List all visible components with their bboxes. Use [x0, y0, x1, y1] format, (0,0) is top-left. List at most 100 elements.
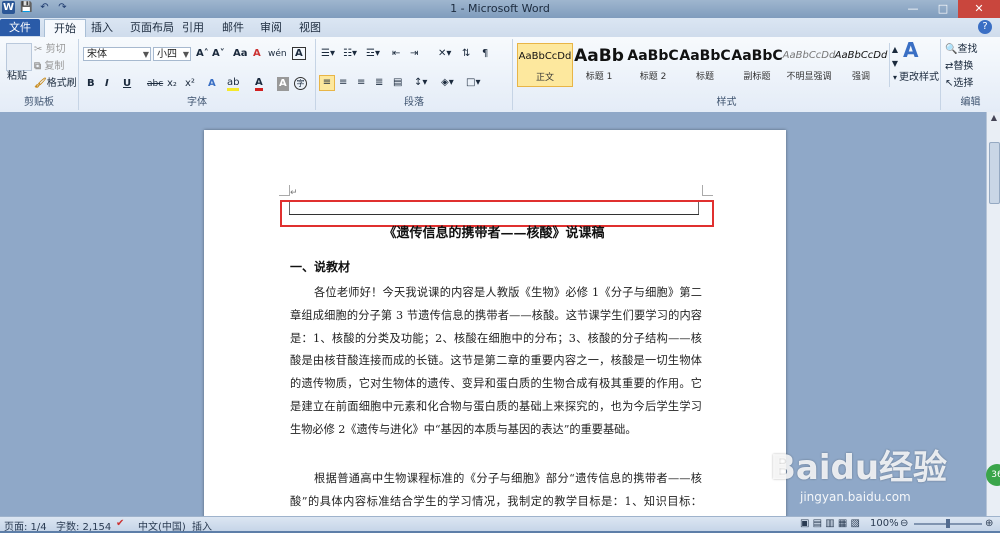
- zoom-level[interactable]: 100%: [870, 518, 899, 529]
- sort-icon[interactable]: ⇅: [462, 47, 470, 61]
- minimize-button[interactable]: —: [898, 0, 928, 18]
- font-name-combo[interactable]: 宋体 ▼: [83, 47, 151, 61]
- status-words[interactable]: 字数: 2,154: [56, 518, 111, 533]
- style-preview: AaBbC: [627, 48, 679, 64]
- font-size-combo[interactable]: 小四 ▼: [153, 47, 191, 61]
- zoom-slider-knob[interactable]: [946, 519, 950, 528]
- multilevel-list-icon[interactable]: ☲▾: [366, 47, 380, 61]
- bold-button[interactable]: B: [87, 77, 95, 91]
- paste-button[interactable]: 粘贴: [7, 70, 27, 84]
- body-paragraph-1[interactable]: 各位老师好！今天我说课的内容是人教版《生物》必修 1《分子与细胞》第二章组成细胞…: [290, 282, 702, 442]
- numbering-icon[interactable]: ☷▾: [343, 47, 357, 61]
- change-styles-icon[interactable]: A: [903, 40, 918, 60]
- document-title[interactable]: 《遗传信息的携带者——核酸》说课稿: [289, 222, 699, 241]
- status-mode[interactable]: 插入: [192, 518, 212, 533]
- style-label: 副标题: [743, 72, 771, 82]
- grow-font-button[interactable]: A˄: [196, 47, 209, 61]
- select-button[interactable]: ↖选择: [945, 77, 973, 91]
- maximize-button[interactable]: □: [928, 0, 958, 18]
- font-color-button[interactable]: A: [255, 77, 263, 91]
- text-effects-button[interactable]: A: [208, 77, 216, 91]
- body-paragraph-2[interactable]: 根据普通高中生物课程标准的《分子与细胞》部分“遗传信息的携带者——核酸”的具体内…: [290, 468, 702, 516]
- chinese-layout-icon[interactable]: ✕▾: [438, 47, 451, 61]
- status-page[interactable]: 页面: 1/4: [4, 518, 47, 533]
- enclose-characters-button[interactable]: 字: [294, 77, 307, 90]
- style-subtitle[interactable]: AaBbC 副标题: [729, 43, 785, 87]
- paste-icon[interactable]: [6, 43, 32, 71]
- style-label: 标题: [695, 72, 714, 82]
- phonetic-guide-button[interactable]: wén: [268, 47, 287, 61]
- bullets-icon[interactable]: ☰▾: [321, 47, 335, 61]
- character-border-button[interactable]: A: [292, 47, 306, 60]
- document-page[interactable]: ↵ 《遗传信息的携带者——核酸》说课稿 一、说教材 各位老师好！今天我说课的内容…: [204, 130, 786, 516]
- style-label: 强调: [851, 72, 870, 82]
- style-heading1[interactable]: AaBb 标题 1: [571, 43, 627, 87]
- baidu-watermark-url: jingyan.baidu.com: [800, 490, 911, 504]
- style-normal[interactable]: AaBbCcDd 正文: [517, 43, 573, 87]
- align-right-icon[interactable]: ≡: [357, 76, 365, 90]
- style-subtle-emphasis[interactable]: AaBbCcDd 不明显强调: [781, 43, 837, 87]
- find-button[interactable]: 🔍查找: [945, 43, 977, 57]
- justify-icon[interactable]: ≣: [375, 76, 383, 90]
- shrink-font-button[interactable]: A˅: [212, 47, 225, 61]
- tab-view[interactable]: 视图: [290, 19, 330, 36]
- tab-review[interactable]: 审阅: [251, 19, 291, 36]
- status-bar: 页面: 1/4 字数: 2,154 ✔ 中文(中国) 插入 ▣ ▤ ▥ ▦ ▧ …: [0, 516, 1000, 533]
- cut-button[interactable]: ✂ 剪切: [34, 43, 66, 57]
- status-language[interactable]: 中文(中国): [138, 518, 186, 533]
- style-heading2[interactable]: AaBbC 标题 2: [625, 43, 681, 87]
- style-label: 正文: [535, 73, 554, 83]
- strikethrough-button[interactable]: abc: [147, 77, 163, 91]
- proofing-icon[interactable]: ✔: [116, 518, 124, 529]
- font-group: 宋体 ▼ 小四 ▼ A˄ A˅ Aa A wén A B I U abc x₂ x²…: [79, 39, 316, 110]
- superscript-button[interactable]: x²: [185, 77, 195, 91]
- subscript-button[interactable]: x₂: [167, 77, 177, 91]
- underline-button[interactable]: U: [123, 77, 131, 91]
- chevron-down-icon: ▼: [182, 50, 189, 59]
- align-left-icon[interactable]: ≡: [319, 75, 335, 91]
- tab-references[interactable]: 引用: [173, 19, 213, 36]
- decrease-indent-icon[interactable]: ⇤: [392, 47, 400, 61]
- vertical-scrollbar[interactable]: ▲: [986, 112, 1000, 516]
- zoom-out-icon[interactable]: ⊖: [900, 518, 908, 529]
- line-spacing-icon[interactable]: ↕▾: [414, 76, 427, 90]
- italic-button[interactable]: I: [105, 77, 109, 91]
- highlight-button[interactable]: ab: [227, 77, 240, 91]
- format-painter-button[interactable]: 🖌格式刷: [34, 77, 77, 91]
- shading-icon[interactable]: ◈▾: [441, 76, 454, 90]
- style-preview: AaBbCcDd: [782, 50, 836, 61]
- style-preview: AaBbCcDd: [834, 50, 888, 61]
- scroll-thumb[interactable]: [989, 142, 1000, 204]
- format-painter-label: 格式刷: [46, 78, 77, 89]
- help-icon[interactable]: ?: [978, 20, 992, 34]
- tab-home[interactable]: 开始: [44, 19, 86, 38]
- increase-indent-icon[interactable]: ⇥: [410, 47, 418, 61]
- paragraph-group: ☰▾ ☷▾ ☲▾ ⇤ ⇥ ✕▾ ⇅ ¶ ≡ ≡ ≡ ≣ ▤ ↕▾ ◈▾ □▾ 段…: [316, 39, 513, 110]
- styles-group-label: 样式: [716, 97, 737, 108]
- align-center-icon[interactable]: ≡: [339, 76, 347, 90]
- title-bar: W 💾 ↶ ↷ 1 - Microsoft Word — □ ✕: [0, 0, 1000, 18]
- style-emphasis[interactable]: AaBbCcDd 强调: [833, 43, 889, 87]
- view-mode-icons[interactable]: ▣ ▤ ▥ ▦ ▧: [800, 518, 860, 529]
- tab-insert[interactable]: 插入: [82, 19, 122, 36]
- replace-button[interactable]: ⇄替换: [945, 60, 973, 74]
- heading-1[interactable]: 一、说教材: [290, 258, 350, 275]
- character-shading-button[interactable]: A: [277, 77, 289, 91]
- scroll-up-icon[interactable]: ▲: [987, 112, 1000, 124]
- copy-button[interactable]: ⧉ 复制: [34, 60, 64, 74]
- editing-group: 🔍查找 ⇄替换 ↖选择 编辑: [941, 39, 1000, 110]
- style-title[interactable]: AaBbC 标题: [677, 43, 733, 87]
- show-marks-icon[interactable]: ¶: [482, 47, 488, 61]
- close-button[interactable]: ✕: [958, 0, 1000, 18]
- tab-file[interactable]: 文件: [0, 19, 40, 36]
- borders-icon[interactable]: □▾: [466, 76, 480, 90]
- clear-formatting-button[interactable]: A: [253, 47, 261, 61]
- distributed-icon[interactable]: ▤: [393, 76, 402, 90]
- change-styles-button[interactable]: 更改样式: [899, 71, 939, 85]
- change-case-button[interactable]: Aa: [233, 47, 248, 61]
- clipboard-group: 粘贴 ✂ 剪切 ⧉ 复制 🖌格式刷 剪贴板: [0, 39, 79, 110]
- tab-mailings[interactable]: 邮件: [213, 19, 253, 36]
- style-preview: AaBb: [574, 46, 624, 66]
- cut-label: 剪切: [45, 44, 66, 55]
- zoom-in-icon[interactable]: ⊕: [985, 518, 993, 529]
